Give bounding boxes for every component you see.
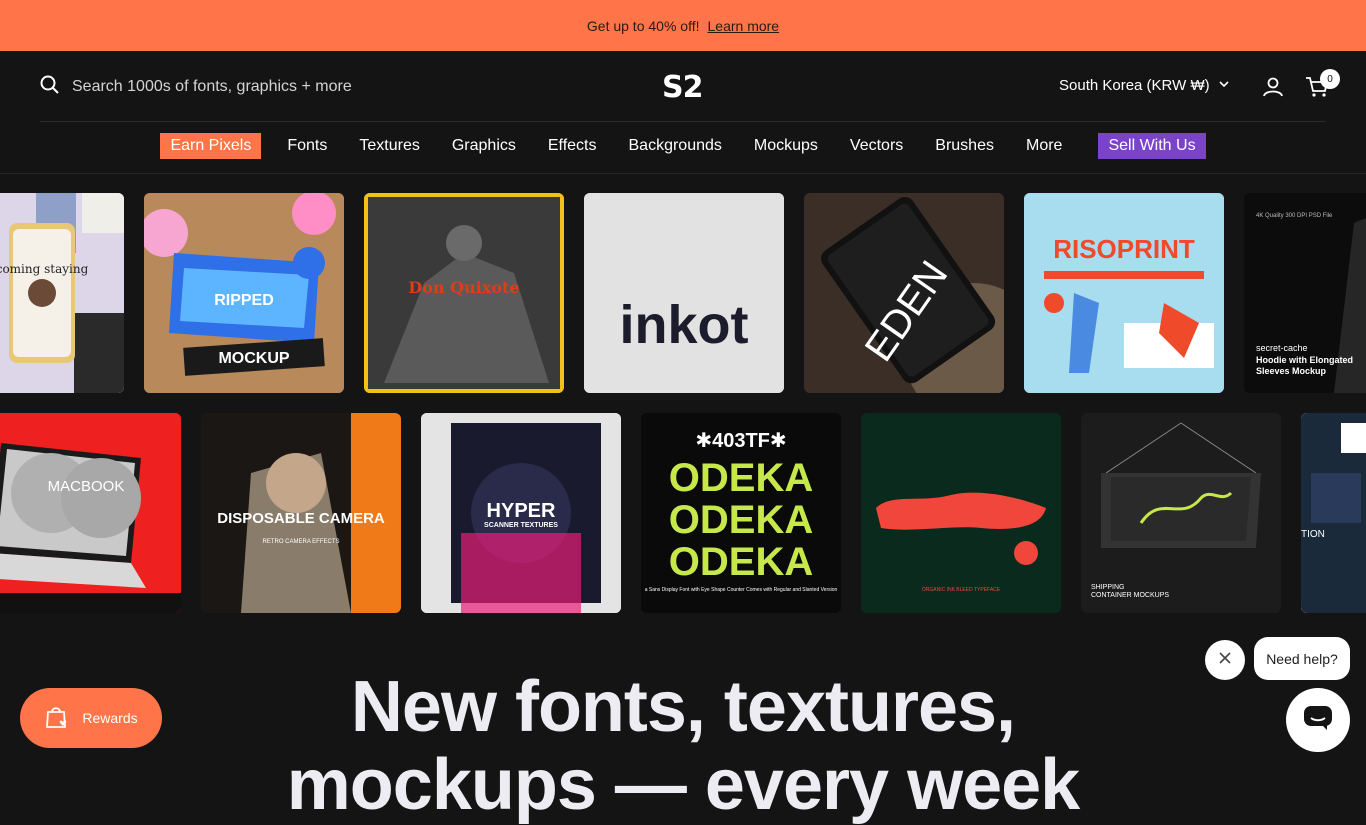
tile-sub: SCANNER TEXTURES: [484, 522, 558, 529]
chevron-down-icon: [1218, 77, 1230, 94]
header-bottom-border: [0, 173, 1366, 174]
account-icon[interactable]: [1262, 76, 1284, 103]
tile-label: DISPOSABLE CAMERA: [217, 510, 385, 527]
search-input[interactable]: [72, 78, 392, 96]
search-bar[interactable]: [40, 75, 392, 99]
promo-bar: Get up to 40% off! Learn more: [0, 0, 1366, 51]
chat-icon: [1303, 705, 1333, 736]
tile-sub: a Sans Display Font with Eye Shape Count…: [645, 587, 838, 593]
nav-item-graphics[interactable]: Graphics: [436, 137, 532, 155]
site-logo[interactable]: S2: [662, 70, 703, 105]
tile-label: inkot: [620, 295, 749, 355]
svg-text:CONTAINER MOCKUPS: CONTAINER MOCKUPS: [1091, 592, 1169, 599]
tile-sub: RETRO CAMERA EFFECTS: [262, 539, 339, 545]
tile-brand: secret-cache: [1256, 343, 1308, 353]
product-tile[interactable]: TION: [1301, 413, 1366, 613]
rewards-button[interactable]: Rewards: [20, 688, 162, 748]
promo-text: Get up to 40% off!: [586, 17, 700, 34]
nav-item-vectors[interactable]: Vectors: [834, 137, 919, 155]
nav-item-more[interactable]: More: [1010, 137, 1078, 155]
tile-label: MALBO: [913, 501, 1008, 531]
nav-item-mockups[interactable]: Mockups: [738, 137, 834, 155]
product-tile[interactable]: ✱403TF✱ ODEKA ODEKA ODEKA a Sans Display…: [641, 413, 841, 613]
product-tile[interactable]: inkot: [584, 193, 784, 393]
tile-label: ODEKA: [669, 456, 813, 500]
tile-sub: ORGANIC INK BLEED TYPEFACE: [922, 587, 1001, 593]
tile-brand: ✱403TF✱: [695, 430, 786, 452]
product-tile[interactable]: MALBO ORGANIC INK BLEED TYPEFACE: [861, 413, 1061, 613]
tile-label: MACBOOK: [48, 478, 125, 495]
hero-heading: New fonts, textures, mockups — every wee…: [0, 668, 1366, 824]
tile-label: SHIPPING: [1091, 584, 1124, 591]
site-header: S2 South Korea (KRW ₩) 0 Earn Pixels Fon…: [0, 51, 1366, 174]
product-tile[interactable]: RIPPED MOCKUP: [144, 193, 344, 393]
tile-label: TION: [1301, 529, 1325, 540]
product-tile[interactable]: Don Quixote: [364, 193, 564, 393]
hero-line-1: New fonts, textures,: [350, 667, 1016, 747]
main-nav: Earn Pixels Fonts Textures Graphics Effe…: [0, 131, 1366, 161]
nav-earn-pixels[interactable]: Earn Pixels: [160, 133, 262, 159]
tile-label: coming staying: [0, 262, 89, 276]
product-tile[interactable]: EDEN: [804, 193, 1004, 393]
svg-text:ODEKA: ODEKA: [669, 540, 813, 584]
product-tile[interactable]: SHIPPING CONTAINER MOCKUPS: [1081, 413, 1281, 613]
nav-item-textures[interactable]: Textures: [343, 137, 435, 155]
tile-label: RIPPED: [214, 292, 274, 309]
product-tile[interactable]: 4K Quality 300 DPI PSD File secret-cache…: [1244, 193, 1366, 393]
nav-item-backgrounds[interactable]: Backgrounds: [613, 137, 738, 155]
close-icon: [1219, 651, 1231, 669]
svg-text:MOCKUP: MOCKUP: [218, 350, 289, 367]
nav-sell-with-us[interactable]: Sell With Us: [1098, 133, 1206, 159]
tile-label: RISOPRINT: [1053, 234, 1195, 264]
svg-text:ODEKA: ODEKA: [669, 498, 813, 542]
search-icon[interactable]: [40, 75, 60, 100]
product-tile[interactable]: MACBOOK: [0, 413, 181, 613]
product-tile[interactable]: HYPER SCANNER TEXTURES: [421, 413, 621, 613]
svg-text:Sleeves Mockup: Sleeves Mockup: [1256, 366, 1327, 376]
nav-item-effects[interactable]: Effects: [532, 137, 613, 155]
nav-item-fonts[interactable]: Fonts: [271, 137, 343, 155]
product-tile[interactable]: DISPOSABLE CAMERA RETRO CAMERA EFFECTS: [201, 413, 401, 613]
tile-label: Don Quixote: [408, 278, 519, 297]
shopping-bag-heart-icon: [44, 704, 70, 733]
hero-line-2: mockups — every week: [286, 745, 1080, 825]
product-carousel-row-2: MACBOOK DISPOSABLE CAMERA RETRO CAMERA E…: [0, 413, 1366, 613]
region-label: South Korea (KRW ₩): [1059, 77, 1210, 94]
cart-count-badge: 0: [1320, 69, 1340, 89]
tile-meta: 4K Quality 300 DPI PSD File: [1256, 213, 1333, 219]
help-close-button[interactable]: [1205, 640, 1245, 680]
product-tile[interactable]: RISOPRINT: [1024, 193, 1224, 393]
header-divider: [40, 121, 1326, 122]
need-help-bubble[interactable]: Need help?: [1254, 637, 1350, 680]
product-tile[interactable]: coming staying: [0, 193, 124, 393]
rewards-label: Rewards: [82, 710, 138, 726]
tile-label: HYPER: [487, 500, 556, 522]
learn-more-link[interactable]: Learn more: [708, 18, 780, 34]
nav-item-brushes[interactable]: Brushes: [919, 137, 1010, 155]
chat-button[interactable]: [1286, 688, 1350, 752]
svg-text:Hoodie with Elongated: Hoodie with Elongated: [1256, 355, 1353, 365]
product-carousel-row-1: coming staying RIPPED MOCKUP Don Quixote…: [0, 193, 1366, 393]
region-selector[interactable]: South Korea (KRW ₩): [1059, 77, 1230, 94]
